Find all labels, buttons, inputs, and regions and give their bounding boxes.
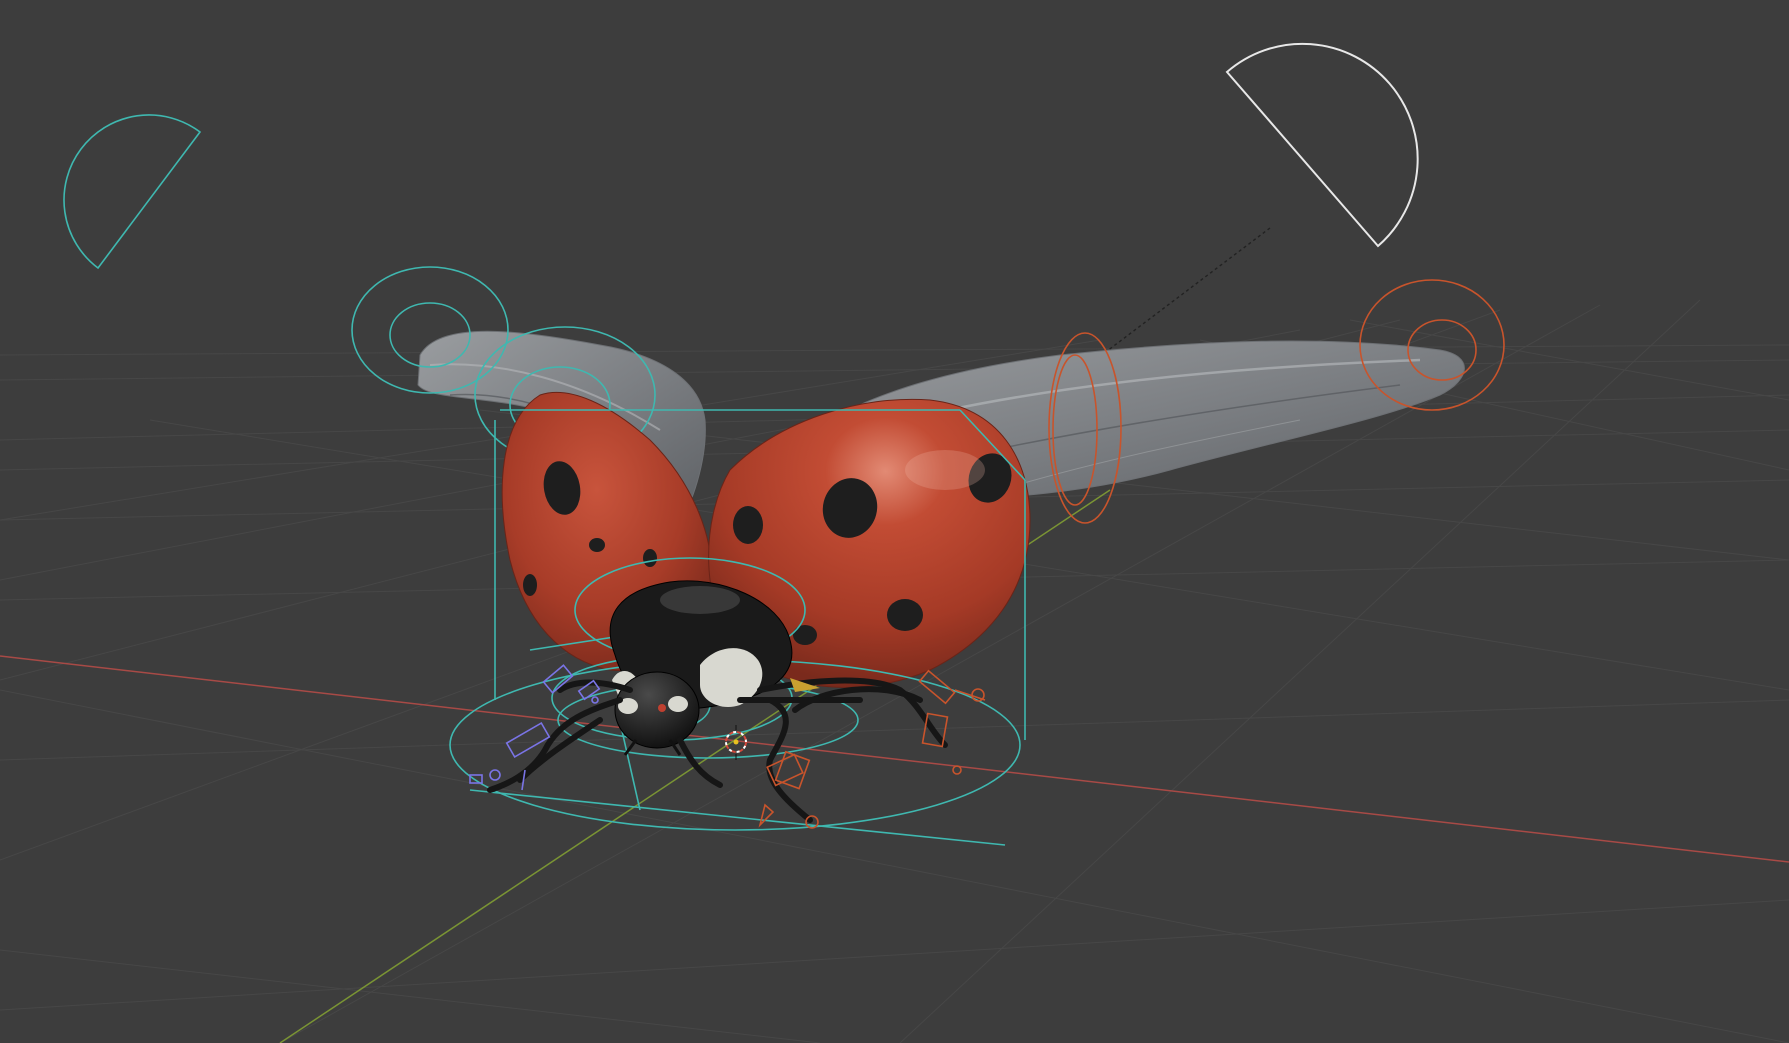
viewport-canvas[interactable] xyxy=(0,0,1789,1043)
area-light-icon[interactable] xyxy=(63,114,202,270)
3d-cursor-icon[interactable] xyxy=(725,725,747,760)
3d-viewport[interactable] xyxy=(0,0,1789,1043)
head[interactable] xyxy=(614,671,700,756)
